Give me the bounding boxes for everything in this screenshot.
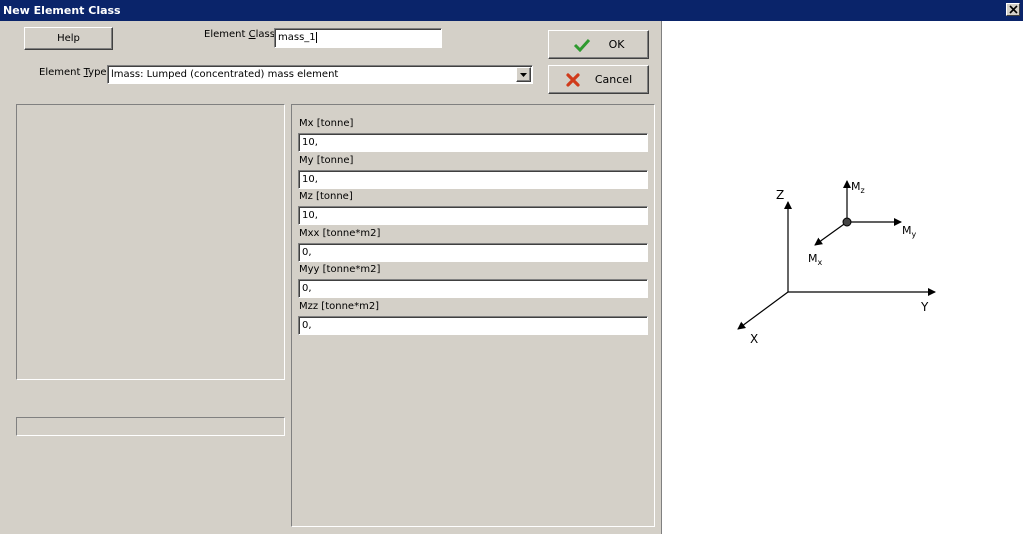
- help-button-label: Help: [57, 33, 80, 44]
- param-label: Myy [tonne*m2]: [299, 264, 381, 276]
- mz-label: Mz: [851, 180, 865, 195]
- diagram-pane: Z Y X Mz My Mx: [661, 21, 1023, 534]
- mass-point: [842, 217, 852, 227]
- parameters-panel: Mx [tonne] 10, My [tonne] 10, Mz [tonne] 10, M…: [291, 104, 655, 527]
- mx-label: Mx: [808, 252, 823, 267]
- element-type-label: Element Type:: [39, 67, 110, 78]
- cancel-x-icon: [566, 72, 580, 87]
- ok-button-label: OK: [608, 38, 625, 51]
- window-title: New Element Class: [3, 4, 121, 17]
- mass-element-diagram: Z Y X Mz My Mx: [737, 180, 936, 346]
- element-type-select[interactable]: lmass: Lumped (concentrated) mass elemen…: [107, 65, 533, 84]
- close-icon: [1009, 5, 1018, 14]
- param-label: Mx [tonne]: [299, 118, 354, 129]
- help-button[interactable]: Help: [24, 27, 113, 50]
- chevron-down-icon: [520, 73, 527, 77]
- param-input[interactable]: 0,: [298, 279, 648, 299]
- param-label: Mxx [tonne*m2]: [299, 227, 381, 239]
- cancel-button[interactable]: Cancel: [548, 65, 649, 94]
- close-button[interactable]: [1006, 3, 1020, 16]
- mx-arrow: [814, 221, 848, 246]
- status-field: [16, 417, 285, 436]
- y-axis-label: Y: [920, 300, 929, 314]
- param-label: My [tonne]: [299, 154, 354, 166]
- x-axis-label: X: [750, 332, 758, 346]
- param-input[interactable]: 0,: [298, 242, 648, 262]
- title-bar: New Element Class: [0, 0, 1023, 21]
- element-preview-panel: [16, 104, 285, 380]
- param-input[interactable]: 10,: [298, 169, 648, 189]
- param-input[interactable]: 10,: [298, 133, 648, 152]
- x-axis-line: [737, 291, 789, 330]
- z-axis-label: Z: [776, 188, 784, 202]
- element-class-input[interactable]: mass_1: [274, 28, 442, 48]
- ok-button[interactable]: OK: [548, 30, 649, 59]
- global-axes: [737, 201, 936, 330]
- dropdown-arrow-button[interactable]: [516, 67, 531, 82]
- my-label: My: [902, 224, 917, 239]
- checkmark-icon: [573, 38, 590, 52]
- element-class-label: Element Class:: [204, 29, 279, 40]
- param-label: Mzz [tonne*m2]: [299, 301, 380, 312]
- param-label: Mz [tonne]: [299, 191, 353, 203]
- param-input[interactable]: 10,: [298, 206, 648, 226]
- param-input[interactable]: 0,: [298, 316, 648, 335]
- cancel-button-label: Cancel: [594, 73, 633, 86]
